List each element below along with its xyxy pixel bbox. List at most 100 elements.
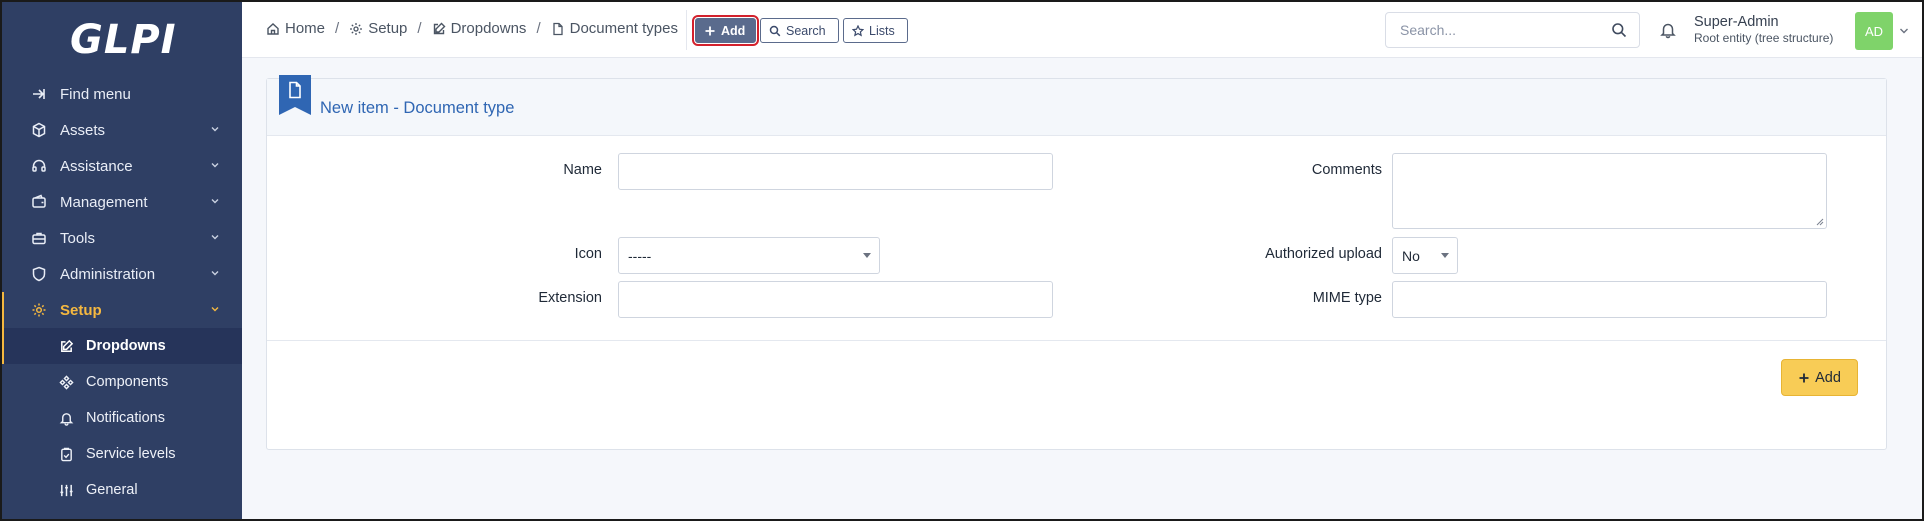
clipboard-check-icon xyxy=(58,446,74,462)
sidebar-item-label: Administration xyxy=(60,265,156,283)
breadcrumb-document-types[interactable]: Document types xyxy=(551,20,678,37)
file-icon xyxy=(289,81,301,99)
search-button-label: Search xyxy=(786,23,826,38)
resize-grip-icon[interactable] xyxy=(1816,218,1824,226)
sidebar-item-find-menu[interactable]: Find menu xyxy=(0,76,242,112)
star-icon xyxy=(852,24,864,36)
global-search xyxy=(1385,12,1640,48)
breadcrumb-dropdowns[interactable]: Dropdowns xyxy=(432,20,527,37)
sidebar-item-dropdowns[interactable]: Dropdowns xyxy=(0,328,242,364)
icon-select[interactable]: ----- xyxy=(618,237,880,274)
chevron-down-icon[interactable] xyxy=(1899,27,1909,35)
user-name: Super-Admin xyxy=(1694,14,1779,30)
chevron-down-icon xyxy=(211,235,219,240)
authorized-upload-label: Authorized upload xyxy=(1265,246,1382,262)
sidebar-item-management[interactable]: Management xyxy=(0,184,242,220)
sidebar-item-setup[interactable]: Setup xyxy=(0,292,242,328)
breadcrumb-label: Home xyxy=(285,20,326,37)
sliders-icon xyxy=(58,482,74,498)
toolbar-divider xyxy=(686,10,687,50)
bell-icon xyxy=(58,410,74,426)
comments-field xyxy=(1392,153,1827,229)
caret-down-icon xyxy=(863,253,871,258)
mime-type-input[interactable] xyxy=(1393,282,1826,317)
extension-input[interactable] xyxy=(619,282,1052,317)
document-ribbon xyxy=(279,75,311,115)
submit-add-label: Add xyxy=(1815,369,1841,386)
chevron-down-icon xyxy=(211,163,219,168)
sidebar-item-label: Management xyxy=(60,193,148,211)
sidebar-item-service-levels[interactable]: Service levels xyxy=(0,436,242,472)
sidebar-item-assets[interactable]: Assets xyxy=(0,112,242,148)
add-button-label: Add xyxy=(721,23,746,38)
sidebar-subitem-label: Components xyxy=(86,374,169,390)
sidebar-item-notifications[interactable]: Notifications xyxy=(0,400,242,436)
authorized-upload-value: No xyxy=(1402,247,1420,264)
edit-icon xyxy=(58,338,74,354)
breadcrumb-label: Setup xyxy=(368,20,408,37)
breadcrumb-label: Dropdowns xyxy=(450,20,527,37)
breadcrumb-separator: / xyxy=(417,20,422,37)
extension-label: Extension xyxy=(538,290,602,306)
name-label: Name xyxy=(563,162,602,178)
sidebar-item-general[interactable]: General xyxy=(0,472,242,508)
plus-icon xyxy=(705,26,715,35)
search-icon xyxy=(769,25,781,36)
authorized-upload-select[interactable]: No xyxy=(1392,237,1458,274)
search-button[interactable]: Search xyxy=(760,18,839,43)
search-icon[interactable] xyxy=(1611,22,1627,38)
sidebar-item-tools[interactable]: Tools xyxy=(0,220,242,256)
icon-label: Icon xyxy=(574,246,602,262)
breadcrumb-separator: / xyxy=(536,20,541,37)
sidebar-item-assistance[interactable]: Assistance xyxy=(0,148,242,184)
breadcrumb-label: Document types xyxy=(569,20,678,37)
sidebar-item-label: Assets xyxy=(60,121,106,139)
card-divider xyxy=(267,340,1886,341)
lists-button-label: Lists xyxy=(869,23,895,38)
chevron-down-icon xyxy=(211,199,219,204)
main-nav: Find menu Assets Assistance Management T… xyxy=(0,76,242,508)
mime-type-label: MIME type xyxy=(1312,290,1382,306)
icon-select-value: ----- xyxy=(628,247,652,264)
sidebar-item-administration[interactable]: Administration xyxy=(0,256,242,292)
avatar[interactable]: AD xyxy=(1855,12,1893,50)
comments-textarea[interactable] xyxy=(1393,154,1826,228)
gear-icon xyxy=(350,22,363,35)
sidebar-item-label: Assistance xyxy=(60,157,133,175)
breadcrumb: Home / Setup / Dropdowns / Document type… xyxy=(266,20,678,37)
name-input[interactable] xyxy=(619,154,1052,189)
comments-label: Comments xyxy=(1311,162,1382,178)
global-search-input[interactable] xyxy=(1386,13,1601,47)
sidebar: GLPI Find menu Assets Assistance Managem… xyxy=(0,0,242,521)
user-entity: Root entity (tree structure) xyxy=(1694,31,1834,46)
gear-icon xyxy=(30,301,48,319)
user-menu[interactable]: Super-Admin Root entity (tree structure) xyxy=(1694,14,1833,46)
breadcrumb-home[interactable]: Home xyxy=(266,20,325,37)
submit-add-button[interactable]: Add xyxy=(1781,359,1858,396)
top-bar: Home / Setup / Dropdowns / Document type… xyxy=(242,2,1922,58)
headset-icon xyxy=(30,157,48,175)
lists-button[interactable]: Lists xyxy=(843,18,908,43)
setup-submenu: Dropdowns Components Notifications Servi… xyxy=(0,328,242,508)
glpi-logo[interactable]: GLPI xyxy=(70,14,180,66)
chevron-down-icon xyxy=(211,271,219,276)
avatar-initials: AD xyxy=(1864,23,1884,39)
add-item-button[interactable]: Add xyxy=(692,15,759,46)
caret-down-icon xyxy=(1441,253,1449,258)
wallet-icon xyxy=(30,193,48,211)
briefcase-icon xyxy=(30,229,48,247)
home-icon xyxy=(267,22,279,35)
logo-text: GLPI xyxy=(70,17,177,63)
sidebar-item-label: Tools xyxy=(60,229,96,247)
breadcrumb-setup[interactable]: Setup xyxy=(349,20,407,37)
sidebar-item-components[interactable]: Components xyxy=(0,364,242,400)
sidebar-item-label: Find menu xyxy=(60,85,131,103)
edit-icon xyxy=(433,22,446,34)
sidebar-subitem-label: General xyxy=(86,482,138,498)
sidebar-subitem-label: Notifications xyxy=(86,410,165,426)
notifications-bell-icon[interactable] xyxy=(1659,21,1677,39)
chevron-down-icon xyxy=(211,127,219,132)
name-field xyxy=(618,153,1053,190)
form-title: New item - Document type xyxy=(320,99,515,117)
arrow-right-icon xyxy=(30,85,48,103)
